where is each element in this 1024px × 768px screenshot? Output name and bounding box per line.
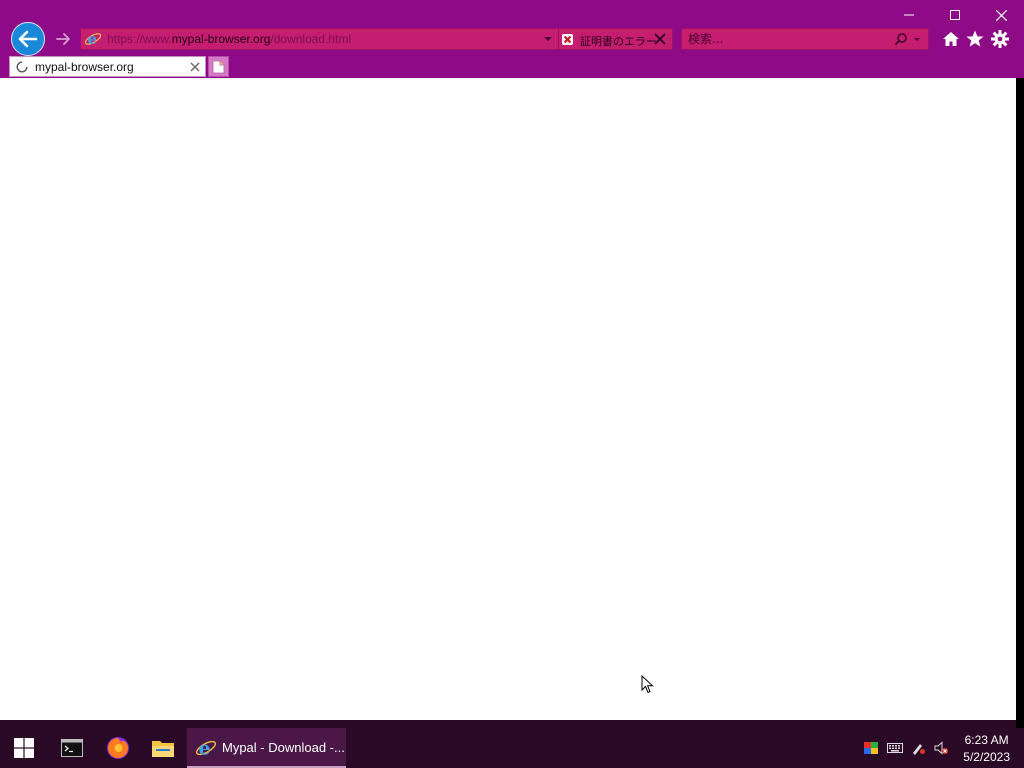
arrow-left-icon [18, 30, 38, 48]
browser-tab[interactable]: mypal-browser.org [9, 56, 206, 77]
search-box[interactable] [681, 28, 929, 50]
address-dropdown-icon[interactable] [544, 37, 552, 41]
window-controls [886, 0, 1024, 30]
certificate-error-indicator[interactable]: 証明書のエラー [559, 28, 673, 50]
search-dropdown-icon[interactable] [914, 38, 920, 41]
tab-title: mypal-browser.org [35, 60, 134, 74]
cert-error-icon [562, 34, 573, 45]
new-tab-button[interactable] [208, 56, 229, 77]
gear-icon[interactable] [990, 29, 1010, 49]
address-prefix: https://www. [107, 32, 172, 46]
cert-error-label: 証明書のエラー [580, 36, 657, 48]
search-icon[interactable] [894, 32, 908, 46]
arrow-right-icon [56, 33, 70, 45]
clock-time: 6:23 AM [964, 733, 1009, 747]
windows-logo-icon [14, 738, 34, 758]
firefox-icon [107, 737, 129, 759]
keyboard-icon[interactable] [887, 741, 903, 755]
color-management-icon[interactable] [864, 741, 878, 755]
close-icon [995, 9, 1007, 21]
page-content[interactable] [8, 78, 1016, 720]
start-button[interactable] [0, 728, 48, 768]
tab-close-icon[interactable] [188, 60, 202, 74]
terminal-icon [61, 739, 83, 757]
taskbar-clock[interactable]: 6:23 AM 5/2/2023 [963, 732, 1010, 766]
minimize-button[interactable] [886, 0, 932, 30]
folder-icon [152, 741, 174, 757]
window-bottom-border [0, 720, 1016, 728]
address-suffix: /download.html [270, 32, 352, 46]
taskbar-active-window[interactable]: e Mypal - Download -... [187, 728, 346, 768]
forward-button[interactable] [53, 30, 73, 48]
mouse-cursor-icon [641, 675, 654, 694]
svg-text:e: e [199, 738, 211, 760]
new-tab-icon [212, 60, 225, 73]
maximize-button[interactable] [932, 0, 978, 30]
window-left-border [0, 78, 8, 720]
svg-text:e: e [88, 30, 98, 48]
ie-taskbar-icon: e [195, 738, 217, 760]
search-input[interactable] [682, 29, 894, 49]
address-bar[interactable]: e https://www.mypal-browser.org/download… [80, 28, 559, 50]
window-right-border [1016, 78, 1024, 728]
taskbar-window-title: Mypal - Download -... [222, 740, 345, 755]
taskbar-file-explorer[interactable] [140, 728, 186, 768]
address-host: mypal-browser.org [171, 32, 271, 46]
volume-muted-icon[interactable] [934, 741, 948, 755]
address-text[interactable]: https://www.mypal-browser.org/download.h… [107, 32, 351, 46]
close-button[interactable] [978, 0, 1024, 30]
back-button[interactable] [11, 22, 45, 56]
network-pen-icon[interactable] [911, 741, 925, 755]
taskbar-firefox[interactable] [96, 728, 140, 768]
maximize-icon [950, 10, 960, 20]
taskbar-terminal[interactable] [48, 728, 96, 768]
loading-spinner-icon [16, 61, 28, 73]
stop-icon[interactable] [652, 31, 668, 47]
home-icon[interactable] [941, 29, 961, 49]
favorites-star-icon[interactable] [965, 29, 985, 49]
ie-logo-icon: e [84, 30, 102, 48]
taskbar: e Mypal - Download -... 6:23 AM 5/2/2023 [0, 728, 1024, 768]
minimize-icon [904, 14, 914, 16]
clock-date: 5/2/2023 [963, 750, 1010, 764]
